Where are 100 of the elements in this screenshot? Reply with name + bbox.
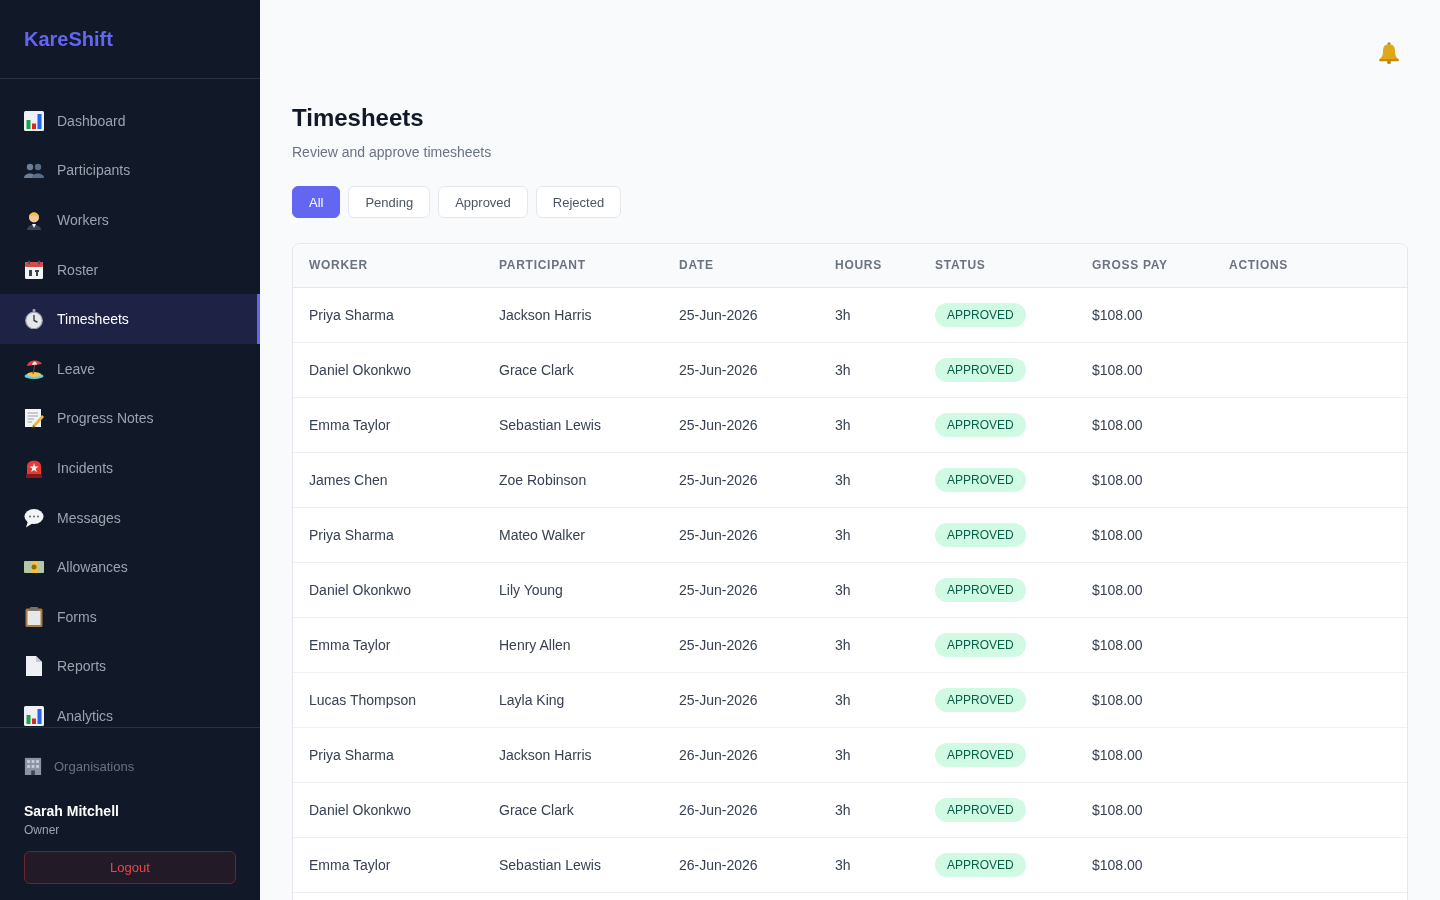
table-cell: Jackson Harris [483, 727, 663, 782]
column-header: DATE [663, 244, 819, 287]
nav-item[interactable]: Timesheets [0, 294, 260, 344]
table-cell: James Chen [293, 452, 483, 507]
person-icon [24, 210, 44, 230]
status-badge: APPROVED [935, 852, 1026, 877]
column-header: GROSS PAY [1076, 244, 1213, 287]
nav-item[interactable]: Incidents [0, 443, 260, 493]
table-cell: $108.00 [1076, 287, 1213, 342]
table-cell: 25-Jun-2026 [663, 672, 819, 727]
table-cell: Priya Sharma [293, 287, 483, 342]
table-cell: 26-Jun-2026 [663, 782, 819, 837]
app-logo: KareShift [24, 27, 113, 51]
nav-item[interactable]: Progress Notes [0, 393, 260, 444]
table-cell: Mateo Walker [483, 507, 663, 562]
nav-item[interactable]: Participants [0, 145, 260, 196]
table-cell: 3h [819, 672, 919, 727]
nav-item[interactable]: Messages [0, 492, 260, 543]
table-cell: $108.00 [1076, 342, 1213, 397]
column-header: HOURS [819, 244, 919, 287]
table-cell: Emma Taylor [293, 617, 483, 672]
table-cell: Emma Taylor [293, 397, 483, 452]
table-cell: 3h [819, 617, 919, 672]
nav-item[interactable]: Allowances [0, 542, 260, 592]
table-cell: Lily Young [483, 562, 663, 617]
status-badge: APPROVED [935, 522, 1026, 547]
table-cell: 25-Jun-2026 [663, 562, 819, 617]
memo-icon [24, 408, 44, 429]
nav-item[interactable]: Analytics [0, 691, 260, 727]
table-cell: $108.00 [1076, 672, 1213, 727]
table-cell: 3h [819, 562, 919, 617]
notifications-bell-icon [1378, 42, 1400, 64]
clipboard-icon [24, 606, 44, 627]
table-cell: Daniel Okonkwo [293, 562, 483, 617]
table-cell: 25-Jun-2026 [663, 287, 819, 342]
status-badge: APPROVED [935, 357, 1026, 382]
table-cell: Grace Clark [483, 342, 663, 397]
table-cell: 26-Jun-2026 [663, 837, 819, 892]
status-badge: APPROVED [935, 302, 1026, 327]
table-cell: 3h [819, 342, 919, 397]
table-cell: Layla King [483, 672, 663, 727]
page-title: Timesheets [292, 103, 425, 133]
page-subtitle: Review and approve timesheets [292, 143, 493, 162]
column-header: WORKER [293, 244, 483, 287]
status-badge: APPROVED [935, 577, 1026, 602]
table-cell: Priya Sharma [293, 507, 483, 562]
table-cell: $108.00 [1076, 452, 1213, 507]
status-badge: APPROVED [935, 632, 1026, 657]
organisations-link[interactable]: Organisations [24, 756, 236, 776]
stopwatch-icon [24, 309, 44, 330]
nav-item[interactable]: Reports [0, 641, 260, 692]
column-header: STATUS [919, 244, 1076, 287]
filter-tab[interactable]: Approved [438, 186, 528, 218]
nav-item[interactable]: Dashboard [0, 96, 260, 146]
table-cell: $108.00 [1076, 782, 1213, 837]
user-name: Sarah Mitchell [24, 802, 120, 820]
table-cell: 25-Jun-2026 [663, 342, 819, 397]
bar-chart-icon [24, 110, 44, 131]
table-cell: 25-Jun-2026 [663, 397, 819, 452]
table-cell: $108.00 [1076, 562, 1213, 617]
nav-item[interactable]: Forms [0, 591, 260, 642]
table-cell: $108.00 [1076, 507, 1213, 562]
column-header: PARTICIPANT [483, 244, 663, 287]
status-badge: APPROVED [935, 742, 1026, 767]
table-cell: $108.00 [1076, 837, 1213, 892]
notifications-button[interactable] [1378, 42, 1400, 64]
speech-bubble-icon [24, 507, 44, 528]
table-cell: Daniel Okonkwo [293, 342, 483, 397]
status-badge: APPROVED [935, 797, 1026, 822]
nav-item[interactable]: Roster [0, 244, 260, 295]
table-cell: 3h [819, 727, 919, 782]
table-cell: Sebastian Lewis [483, 397, 663, 452]
table-cell: $108.00 [1076, 727, 1213, 782]
filter-tab[interactable]: Pending [348, 186, 431, 218]
status-badge: APPROVED [935, 687, 1026, 712]
table-cell: Emma Taylor [293, 837, 483, 892]
nav-item[interactable]: Workers [0, 195, 260, 245]
table-cell: 25-Jun-2026 [663, 452, 819, 507]
beach-umbrella-icon [24, 358, 44, 379]
status-badge: APPROVED [935, 412, 1026, 437]
table-cell: Daniel Okonkwo [293, 782, 483, 837]
table-cell: $108.00 [1076, 397, 1213, 452]
table-cell: 25-Jun-2026 [663, 507, 819, 562]
status-badge: APPROVED [935, 467, 1026, 492]
column-header: ACTIONS [1213, 244, 1407, 287]
nav-item[interactable]: Leave [0, 343, 260, 394]
table-cell: 3h [819, 452, 919, 507]
table-cell: Jackson Harris [483, 287, 663, 342]
filter-tab[interactable]: Rejected [535, 186, 622, 218]
table-cell: 26-Jun-2026 [663, 727, 819, 782]
table-cell: Zoe Robinson [483, 452, 663, 507]
logout-button[interactable]: Logout [24, 851, 236, 884]
building-icon [24, 757, 42, 775]
filter-tab[interactable]: All [292, 186, 341, 218]
table-cell: Henry Allen [483, 617, 663, 672]
document-icon [24, 656, 44, 677]
user-role: Owner [24, 822, 61, 838]
table-cell: 3h [819, 837, 919, 892]
table-cell: Lucas Thompson [293, 672, 483, 727]
table-cell: 3h [819, 507, 919, 562]
